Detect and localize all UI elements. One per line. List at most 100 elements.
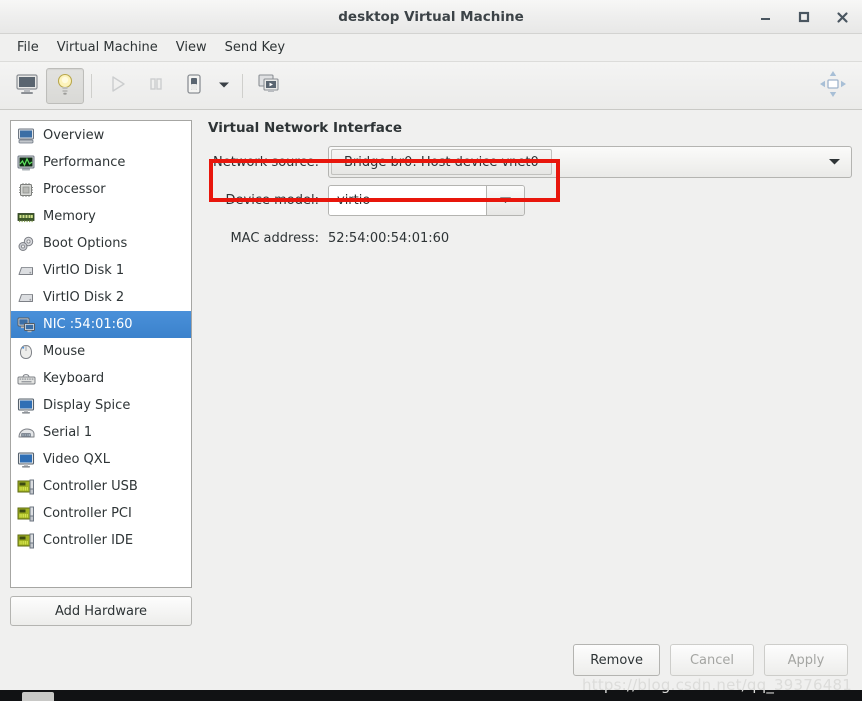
sidebar-item-virtio-disk-1[interactable]: VirtIO Disk 1 xyxy=(11,257,191,284)
apply-button[interactable]: Apply xyxy=(764,644,848,676)
sidebar-item-processor[interactable]: Processor xyxy=(11,176,191,203)
menu-send-key[interactable]: Send Key xyxy=(216,37,294,58)
device-model-value[interactable]: virtio xyxy=(329,186,486,215)
sidebar-item-label: Video QXL xyxy=(43,452,110,467)
close-icon[interactable] xyxy=(830,5,854,29)
cpu-icon xyxy=(16,181,36,199)
add-hardware-button[interactable]: Add Hardware xyxy=(10,596,192,626)
minimize-icon[interactable] xyxy=(754,5,778,29)
footer-actions: Remove Cancel Apply https://blog.csdn.ne… xyxy=(0,636,862,690)
sidebar-item-label: Display Spice xyxy=(43,398,130,413)
network-source-value: Bridge br0: Host device vnet0 xyxy=(331,149,552,175)
resize-to-vm-button[interactable] xyxy=(816,69,850,103)
sidebar-item-label: Overview xyxy=(43,128,104,143)
device-model-select[interactable]: virtio xyxy=(328,185,525,216)
computer-icon xyxy=(16,127,36,145)
sidebar-item-label: VirtIO Disk 1 xyxy=(43,263,124,278)
cancel-button[interactable]: Cancel xyxy=(670,644,754,676)
menubar: File Virtual Machine View Send Key xyxy=(0,34,862,62)
resize-arrows-icon xyxy=(818,69,848,103)
sidebar-item-keyboard[interactable]: Keyboard xyxy=(11,365,191,392)
sidebar-item-label: Keyboard xyxy=(43,371,104,386)
sidebar-item-boot-options[interactable]: Boot Options xyxy=(11,230,191,257)
pause-icon xyxy=(147,75,165,97)
display-icon xyxy=(16,397,36,415)
graph-icon xyxy=(16,154,36,172)
sidebar-item-nic-54-01-60[interactable]: NIC :54:01:60 xyxy=(11,311,191,338)
device-model-label: Device model: xyxy=(208,193,328,208)
serial-icon xyxy=(16,424,36,442)
page-title: Virtual Network Interface xyxy=(208,120,852,136)
sidebar-item-label: Memory xyxy=(43,209,96,224)
device-model-dropdown-button[interactable] xyxy=(486,186,524,215)
show-details-button[interactable] xyxy=(46,68,84,104)
sidebar-item-label: NIC :54:01:60 xyxy=(43,317,133,332)
sidebar-item-performance[interactable]: Performance xyxy=(11,149,191,176)
sidebar-item-label: Controller IDE xyxy=(43,533,133,548)
chevron-down-icon xyxy=(499,193,512,208)
menu-virtual-machine[interactable]: Virtual Machine xyxy=(48,37,167,58)
controller-icon xyxy=(16,505,36,523)
power-switch-icon xyxy=(184,73,204,99)
sidebar-item-label: Serial 1 xyxy=(43,425,92,440)
controller-icon xyxy=(16,478,36,496)
toolbar-separator-2 xyxy=(242,74,243,98)
toolbar-separator-1 xyxy=(91,74,92,98)
window-title: desktop Virtual Machine xyxy=(0,0,862,34)
device-model-row: Device model: virtio xyxy=(208,185,852,216)
shutdown-button[interactable] xyxy=(175,68,213,104)
sidebar-item-label: Controller PCI xyxy=(43,506,132,521)
sidebar-item-label: Processor xyxy=(43,182,106,197)
shutdown-menu-button[interactable] xyxy=(213,68,235,104)
snapshots-button[interactable] xyxy=(250,68,288,104)
virt-manager-window: desktop Virtual Machine File Virtual Mac… xyxy=(0,0,862,690)
memory-icon xyxy=(16,208,36,226)
mac-address-value: 52:54:00:54:01:60 xyxy=(328,231,449,246)
sidebar-item-label: Mouse xyxy=(43,344,85,359)
run-button[interactable] xyxy=(99,68,137,104)
network-icon xyxy=(16,316,36,334)
monitor-icon xyxy=(15,73,39,99)
sidebar-item-overview[interactable]: Overview xyxy=(11,122,191,149)
desktop-taskbar-strip xyxy=(0,690,862,699)
sidebar-item-controller-usb[interactable]: Controller USB xyxy=(11,473,191,500)
titlebar: desktop Virtual Machine xyxy=(0,0,862,34)
harddisk-icon xyxy=(16,289,36,307)
lightbulb-icon xyxy=(54,72,76,100)
menu-file[interactable]: File xyxy=(8,37,48,58)
controller-icon xyxy=(16,532,36,550)
maximize-icon[interactable] xyxy=(792,5,816,29)
window-controls xyxy=(754,0,854,34)
network-form: Network source: Bridge br0: Host device … xyxy=(208,146,852,253)
screens-icon xyxy=(257,73,281,99)
chevron-down-icon xyxy=(828,155,841,170)
network-source-select[interactable]: Bridge br0: Host device vnet0 xyxy=(328,146,852,178)
mac-address-row: MAC address: 52:54:00:54:01:60 xyxy=(208,223,852,253)
taskbar-window-nub[interactable] xyxy=(22,692,54,701)
remove-button[interactable]: Remove xyxy=(573,644,660,676)
sidebar-item-video-qxl[interactable]: Video QXL xyxy=(11,446,191,473)
sidebar-item-label: Controller USB xyxy=(43,479,138,494)
mouse-icon xyxy=(16,343,36,361)
menu-view[interactable]: View xyxy=(167,37,216,58)
play-icon xyxy=(108,74,128,98)
sidebar-item-display-spice[interactable]: Display Spice xyxy=(11,392,191,419)
network-source-label: Network source: xyxy=(208,155,328,170)
show-console-button[interactable] xyxy=(8,68,46,104)
details-panel: Virtual Network Interface Network source… xyxy=(202,120,852,626)
sidebar-item-controller-ide[interactable]: Controller IDE xyxy=(11,527,191,554)
sidebar-item-label: Performance xyxy=(43,155,125,170)
gears-icon xyxy=(16,235,36,253)
hardware-list[interactable]: Overview Performance Processor Memory Boot O… xyxy=(10,120,192,588)
sidebar-item-mouse[interactable]: Mouse xyxy=(11,338,191,365)
pause-button[interactable] xyxy=(137,68,175,104)
display-icon xyxy=(16,451,36,469)
toolbar xyxy=(0,62,862,110)
sidebar-item-virtio-disk-2[interactable]: VirtIO Disk 2 xyxy=(11,284,191,311)
sidebar-item-serial-1[interactable]: Serial 1 xyxy=(11,419,191,446)
sidebar-item-label: Boot Options xyxy=(43,236,127,251)
mac-address-label: MAC address: xyxy=(208,231,328,246)
sidebar-item-label: VirtIO Disk 2 xyxy=(43,290,124,305)
sidebar-item-controller-pci[interactable]: Controller PCI xyxy=(11,500,191,527)
sidebar-item-memory[interactable]: Memory xyxy=(11,203,191,230)
